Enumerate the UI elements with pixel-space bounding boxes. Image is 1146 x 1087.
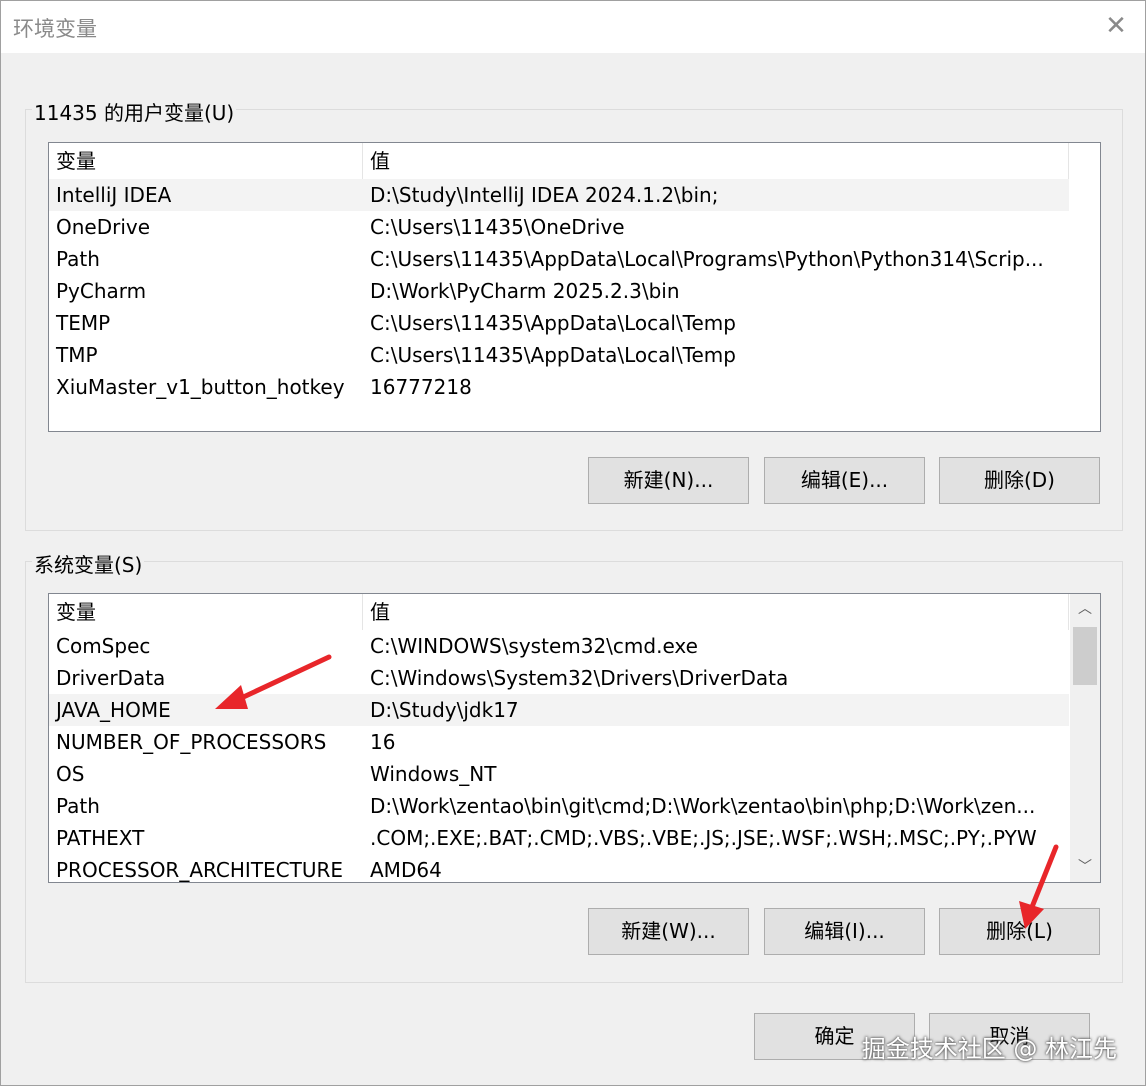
table-row[interactable]: IntelliJ IDEA D:\Study\IntelliJ IDEA 2024… — [49, 179, 1069, 211]
variable-value-cell: 16 — [370, 730, 396, 754]
scrollbar-thumb[interactable] — [1073, 627, 1097, 685]
variable-name-cell: Path — [56, 794, 100, 818]
table-row[interactable]: PATHEXT .COM;.EXE;.BAT;.CMD;.VBS;.VBE;.JS… — [49, 822, 1069, 854]
table-row[interactable]: OneDrive C:\Users\11435\OneDrive — [49, 211, 1069, 243]
variable-value-cell: C:\Users\11435\AppData\Local\Temp — [370, 311, 736, 335]
table-row[interactable]: DriverData C:\Windows\System32\Drivers\Dr… — [49, 662, 1069, 694]
chevron-down-icon[interactable]: ﹀ — [1070, 852, 1100, 882]
table-row[interactable]: ComSpec C:\WINDOWS\system32\cmd.exe — [49, 630, 1069, 662]
system-new-button[interactable]: 新建(W)... — [588, 908, 749, 955]
close-icon[interactable]: ✕ — [1103, 13, 1129, 39]
variable-name-cell: ComSpec — [56, 634, 151, 658]
system-edit-button[interactable]: 编辑(I)... — [764, 908, 925, 955]
variable-name-cell: NUMBER_OF_PROCESSORS — [56, 730, 327, 754]
user-delete-button[interactable]: 删除(D) — [939, 457, 1100, 504]
user-variables-label: 11435 的用户变量(U) — [32, 97, 237, 126]
chevron-up-icon[interactable]: ︿ — [1070, 594, 1100, 624]
variable-name-cell: Path — [56, 247, 100, 271]
table-row[interactable]: TEMP C:\Users\11435\AppData\Local\Temp — [49, 307, 1069, 339]
variable-name-cell: TEMP — [56, 311, 111, 335]
column-header-name[interactable]: 变量 — [49, 143, 363, 179]
variable-value-cell: D:\Study\jdk17 — [370, 698, 519, 722]
variable-name-cell: OS — [56, 762, 85, 786]
system-variables-list[interactable]: 变量 值 ComSpec C:\WINDOWS\system32\cmd.exe D… — [48, 593, 1101, 883]
variable-value-cell: C:\Users\11435\AppData\Local\Temp — [370, 343, 736, 367]
window-title: 环境变量 — [13, 17, 97, 41]
variable-name-cell: IntelliJ IDEA — [56, 183, 172, 207]
table-row[interactable]: NUMBER_OF_PROCESSORS 16 — [49, 726, 1069, 758]
user-variables-rows: IntelliJ IDEA D:\Study\IntelliJ IDEA 2024… — [49, 179, 1069, 403]
variable-value-cell: D:\Study\IntelliJ IDEA 2024.1.2\bin; — [370, 183, 719, 207]
table-row[interactable]: PROCESSOR_ARCHITECTURE AMD64 — [49, 854, 1069, 882]
variable-value-cell: AMD64 — [370, 858, 442, 882]
variable-name-cell: TMP — [56, 343, 98, 367]
variable-name-cell: PyCharm — [56, 279, 147, 303]
table-row[interactable]: Path D:\Work\zentao\bin\git\cmd;D:\Work\z… — [49, 790, 1069, 822]
table-row[interactable]: Path C:\Users\11435\AppData\Local\Program… — [49, 243, 1069, 275]
variable-name-cell: OneDrive — [56, 215, 151, 239]
list-header: 变量 值 — [49, 594, 1100, 630]
title-bar: 环境变量 ✕ — [1, 1, 1145, 53]
variable-value-cell: C:\WINDOWS\system32\cmd.exe — [370, 634, 698, 658]
variable-name-cell: JAVA_HOME — [56, 698, 171, 722]
system-variables-label: 系统变量(S) — [32, 549, 145, 578]
variable-name-cell: DriverData — [56, 666, 166, 690]
system-variables-rows: ComSpec C:\WINDOWS\system32\cmd.exe Driver… — [49, 630, 1069, 882]
variable-value-cell: D:\Work\zentao\bin\git\cmd;D:\Work\zenta… — [370, 794, 1036, 818]
environment-variables-dialog: 环境变量 ✕ 11435 的用户变量(U) 变量 值 IntelliJ IDEA… — [0, 0, 1146, 1086]
variable-value-cell: C:\Users\11435\AppData\Local\Programs\Py… — [370, 247, 1044, 271]
variable-value-cell: Windows_NT — [370, 762, 497, 786]
vertical-scrollbar[interactable]: ︿ ﹀ — [1070, 594, 1100, 882]
watermark: 掘金技术社区 @ 林江先 — [861, 1035, 1117, 1063]
user-edit-button[interactable]: 编辑(E)... — [764, 457, 925, 504]
table-row[interactable]: OS Windows_NT — [49, 758, 1069, 790]
variable-value-cell: C:\Users\11435\OneDrive — [370, 215, 625, 239]
variable-name-cell: PATHEXT — [56, 826, 145, 850]
list-header: 变量 值 — [49, 143, 1100, 179]
column-header-name[interactable]: 变量 — [49, 594, 363, 630]
table-row[interactable]: PyCharm D:\Work\PyCharm 2025.2.3\bin — [49, 275, 1069, 307]
column-header-value[interactable]: 值 — [363, 143, 1069, 179]
table-row[interactable]: JAVA_HOME D:\Study\jdk17 — [49, 694, 1069, 726]
variable-value-cell: D:\Work\PyCharm 2025.2.3\bin — [370, 279, 680, 303]
variable-value-cell: .COM;.EXE;.BAT;.CMD;.VBS;.VBE;.JS;.JSE;.… — [370, 826, 1037, 850]
variable-value-cell: C:\Windows\System32\Drivers\DriverData — [370, 666, 789, 690]
table-row[interactable]: TMP C:\Users\11435\AppData\Local\Temp — [49, 339, 1069, 371]
system-delete-button[interactable]: 删除(L) — [939, 908, 1100, 955]
variable-name-cell: XiuMaster_v1_button_hotkey — [56, 375, 345, 399]
user-variables-list[interactable]: 变量 值 IntelliJ IDEA D:\Study\IntelliJ IDEA… — [48, 142, 1101, 432]
table-row[interactable]: XiuMaster_v1_button_hotkey 16777218 — [49, 371, 1069, 403]
variable-value-cell: 16777218 — [370, 375, 472, 399]
user-new-button[interactable]: 新建(N)... — [588, 457, 749, 504]
variable-name-cell: PROCESSOR_ARCHITECTURE — [56, 858, 344, 882]
column-header-value[interactable]: 值 — [363, 594, 1069, 630]
